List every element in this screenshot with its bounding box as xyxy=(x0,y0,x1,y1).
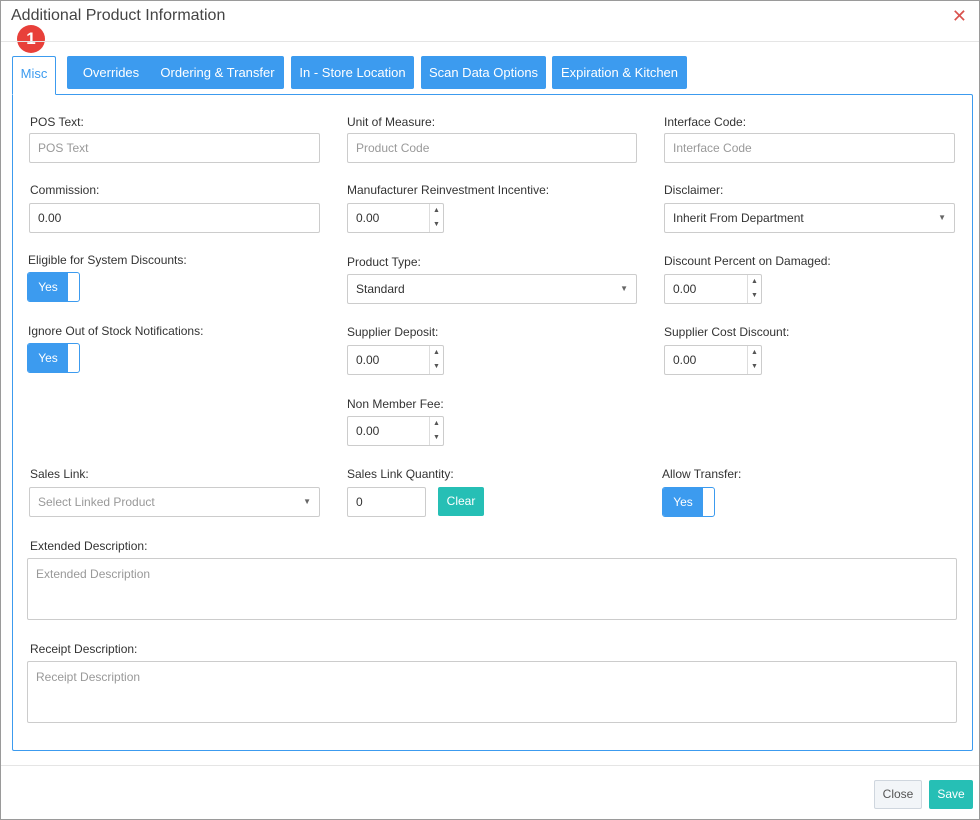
non-member-fee-spinner[interactable]: 0.00 ▲ ▼ xyxy=(347,416,444,446)
sales-link-select[interactable]: Select Linked Product xyxy=(29,487,320,517)
tab-misc[interactable]: Misc xyxy=(12,56,56,95)
supplier-cost-discount-label: Supplier Cost Discount: xyxy=(664,325,790,339)
disclaimer-select[interactable]: Inherit From Department xyxy=(664,203,955,233)
receipt-description-textarea[interactable]: Receipt Description xyxy=(27,661,957,723)
spinner-arrows-icon[interactable]: ▲ ▼ xyxy=(429,346,443,374)
save-button[interactable]: Save xyxy=(929,780,973,809)
product-type-label: Product Type: xyxy=(347,255,421,269)
discount-damaged-label: Discount Percent on Damaged: xyxy=(664,254,831,268)
allow-transfer-label: Allow Transfer: xyxy=(662,467,742,481)
disclaimer-selected-value: Inherit From Department xyxy=(673,211,804,225)
disclaimer-label: Disclaimer: xyxy=(664,183,724,197)
non-member-fee-value: 0.00 xyxy=(356,424,380,438)
extended-description-textarea[interactable]: Extended Description xyxy=(27,558,957,620)
clear-button[interactable]: Clear xyxy=(438,487,484,516)
eligible-discounts-toggle[interactable]: Yes xyxy=(27,272,80,302)
manufacturer-incentive-value: 0.00 xyxy=(356,211,380,225)
ignore-stock-toggle-state: Yes xyxy=(28,344,68,372)
spinner-arrows-icon[interactable]: ▲ ▼ xyxy=(429,417,443,445)
supplier-deposit-value: 0.00 xyxy=(356,353,380,367)
footer-divider xyxy=(1,765,979,766)
ignore-stock-label: Ignore Out of Stock Notifications: xyxy=(28,324,204,338)
allow-transfer-toggle[interactable]: Yes xyxy=(662,487,715,517)
commission-label: Commission: xyxy=(30,183,100,197)
discount-damaged-value: 0.00 xyxy=(673,282,697,296)
discount-damaged-spinner[interactable]: 0.00 ▲ ▼ xyxy=(664,274,762,304)
close-icon[interactable]: ✕ xyxy=(952,7,967,25)
product-type-select[interactable]: Standard xyxy=(347,274,637,304)
eligible-discounts-toggle-state: Yes xyxy=(28,273,68,301)
allow-transfer-toggle-state: Yes xyxy=(663,488,703,516)
supplier-cost-discount-value: 0.00 xyxy=(673,353,697,367)
sales-link-quantity-label: Sales Link Quantity: xyxy=(347,467,454,481)
ignore-stock-toggle[interactable]: Yes xyxy=(27,343,80,373)
tab-scan-data-options[interactable]: Scan Data Options xyxy=(421,56,546,89)
unit-of-measure-input[interactable]: Product Code xyxy=(347,133,637,163)
product-type-selected-value: Standard xyxy=(356,282,405,296)
additional-product-information-dialog: Additional Product Information ✕ 1 Misc … xyxy=(0,0,980,820)
pos-text-input[interactable]: POS Text xyxy=(29,133,320,163)
sales-link-label: Sales Link: xyxy=(30,467,89,481)
spinner-arrows-icon[interactable]: ▲ ▼ xyxy=(747,275,761,303)
tab-in-store-location[interactable]: In - Store Location xyxy=(291,56,414,89)
tab-ordering-transfer[interactable]: Ordering & Transfer xyxy=(151,56,284,89)
receipt-description-label: Receipt Description: xyxy=(30,642,138,656)
interface-code-label: Interface Code: xyxy=(664,115,747,129)
sales-link-placeholder: Select Linked Product xyxy=(38,495,155,509)
close-button[interactable]: Close xyxy=(874,780,922,809)
commission-input[interactable]: 0.00 xyxy=(29,203,320,233)
extended-description-label: Extended Description: xyxy=(30,539,148,553)
dialog-title: Additional Product Information xyxy=(11,7,226,24)
spinner-arrows-icon[interactable]: ▲ ▼ xyxy=(747,346,761,374)
sales-link-quantity-input[interactable]: 0 xyxy=(347,487,426,517)
step-badge: 1 xyxy=(17,25,45,53)
tab-expiration-kitchen[interactable]: Expiration & Kitchen xyxy=(552,56,687,89)
manufacturer-incentive-spinner[interactable]: 0.00 ▲ ▼ xyxy=(347,203,444,233)
pos-text-label: POS Text: xyxy=(30,115,84,129)
interface-code-input[interactable]: Interface Code xyxy=(664,133,955,163)
spinner-arrows-icon[interactable]: ▲ ▼ xyxy=(429,204,443,232)
manufacturer-incentive-label: Manufacturer Reinvestment Incentive: xyxy=(347,183,550,197)
unit-of-measure-label: Unit of Measure: xyxy=(347,115,436,129)
eligible-discounts-label: Eligible for System Discounts: xyxy=(28,253,187,267)
tab-overrides[interactable]: Overrides xyxy=(67,56,155,89)
supplier-cost-discount-spinner[interactable]: 0.00 ▲ ▼ xyxy=(664,345,762,375)
header-divider xyxy=(1,41,979,42)
supplier-deposit-label: Supplier Deposit: xyxy=(347,325,439,339)
supplier-deposit-spinner[interactable]: 0.00 ▲ ▼ xyxy=(347,345,444,375)
non-member-fee-label: Non Member Fee: xyxy=(347,397,444,411)
